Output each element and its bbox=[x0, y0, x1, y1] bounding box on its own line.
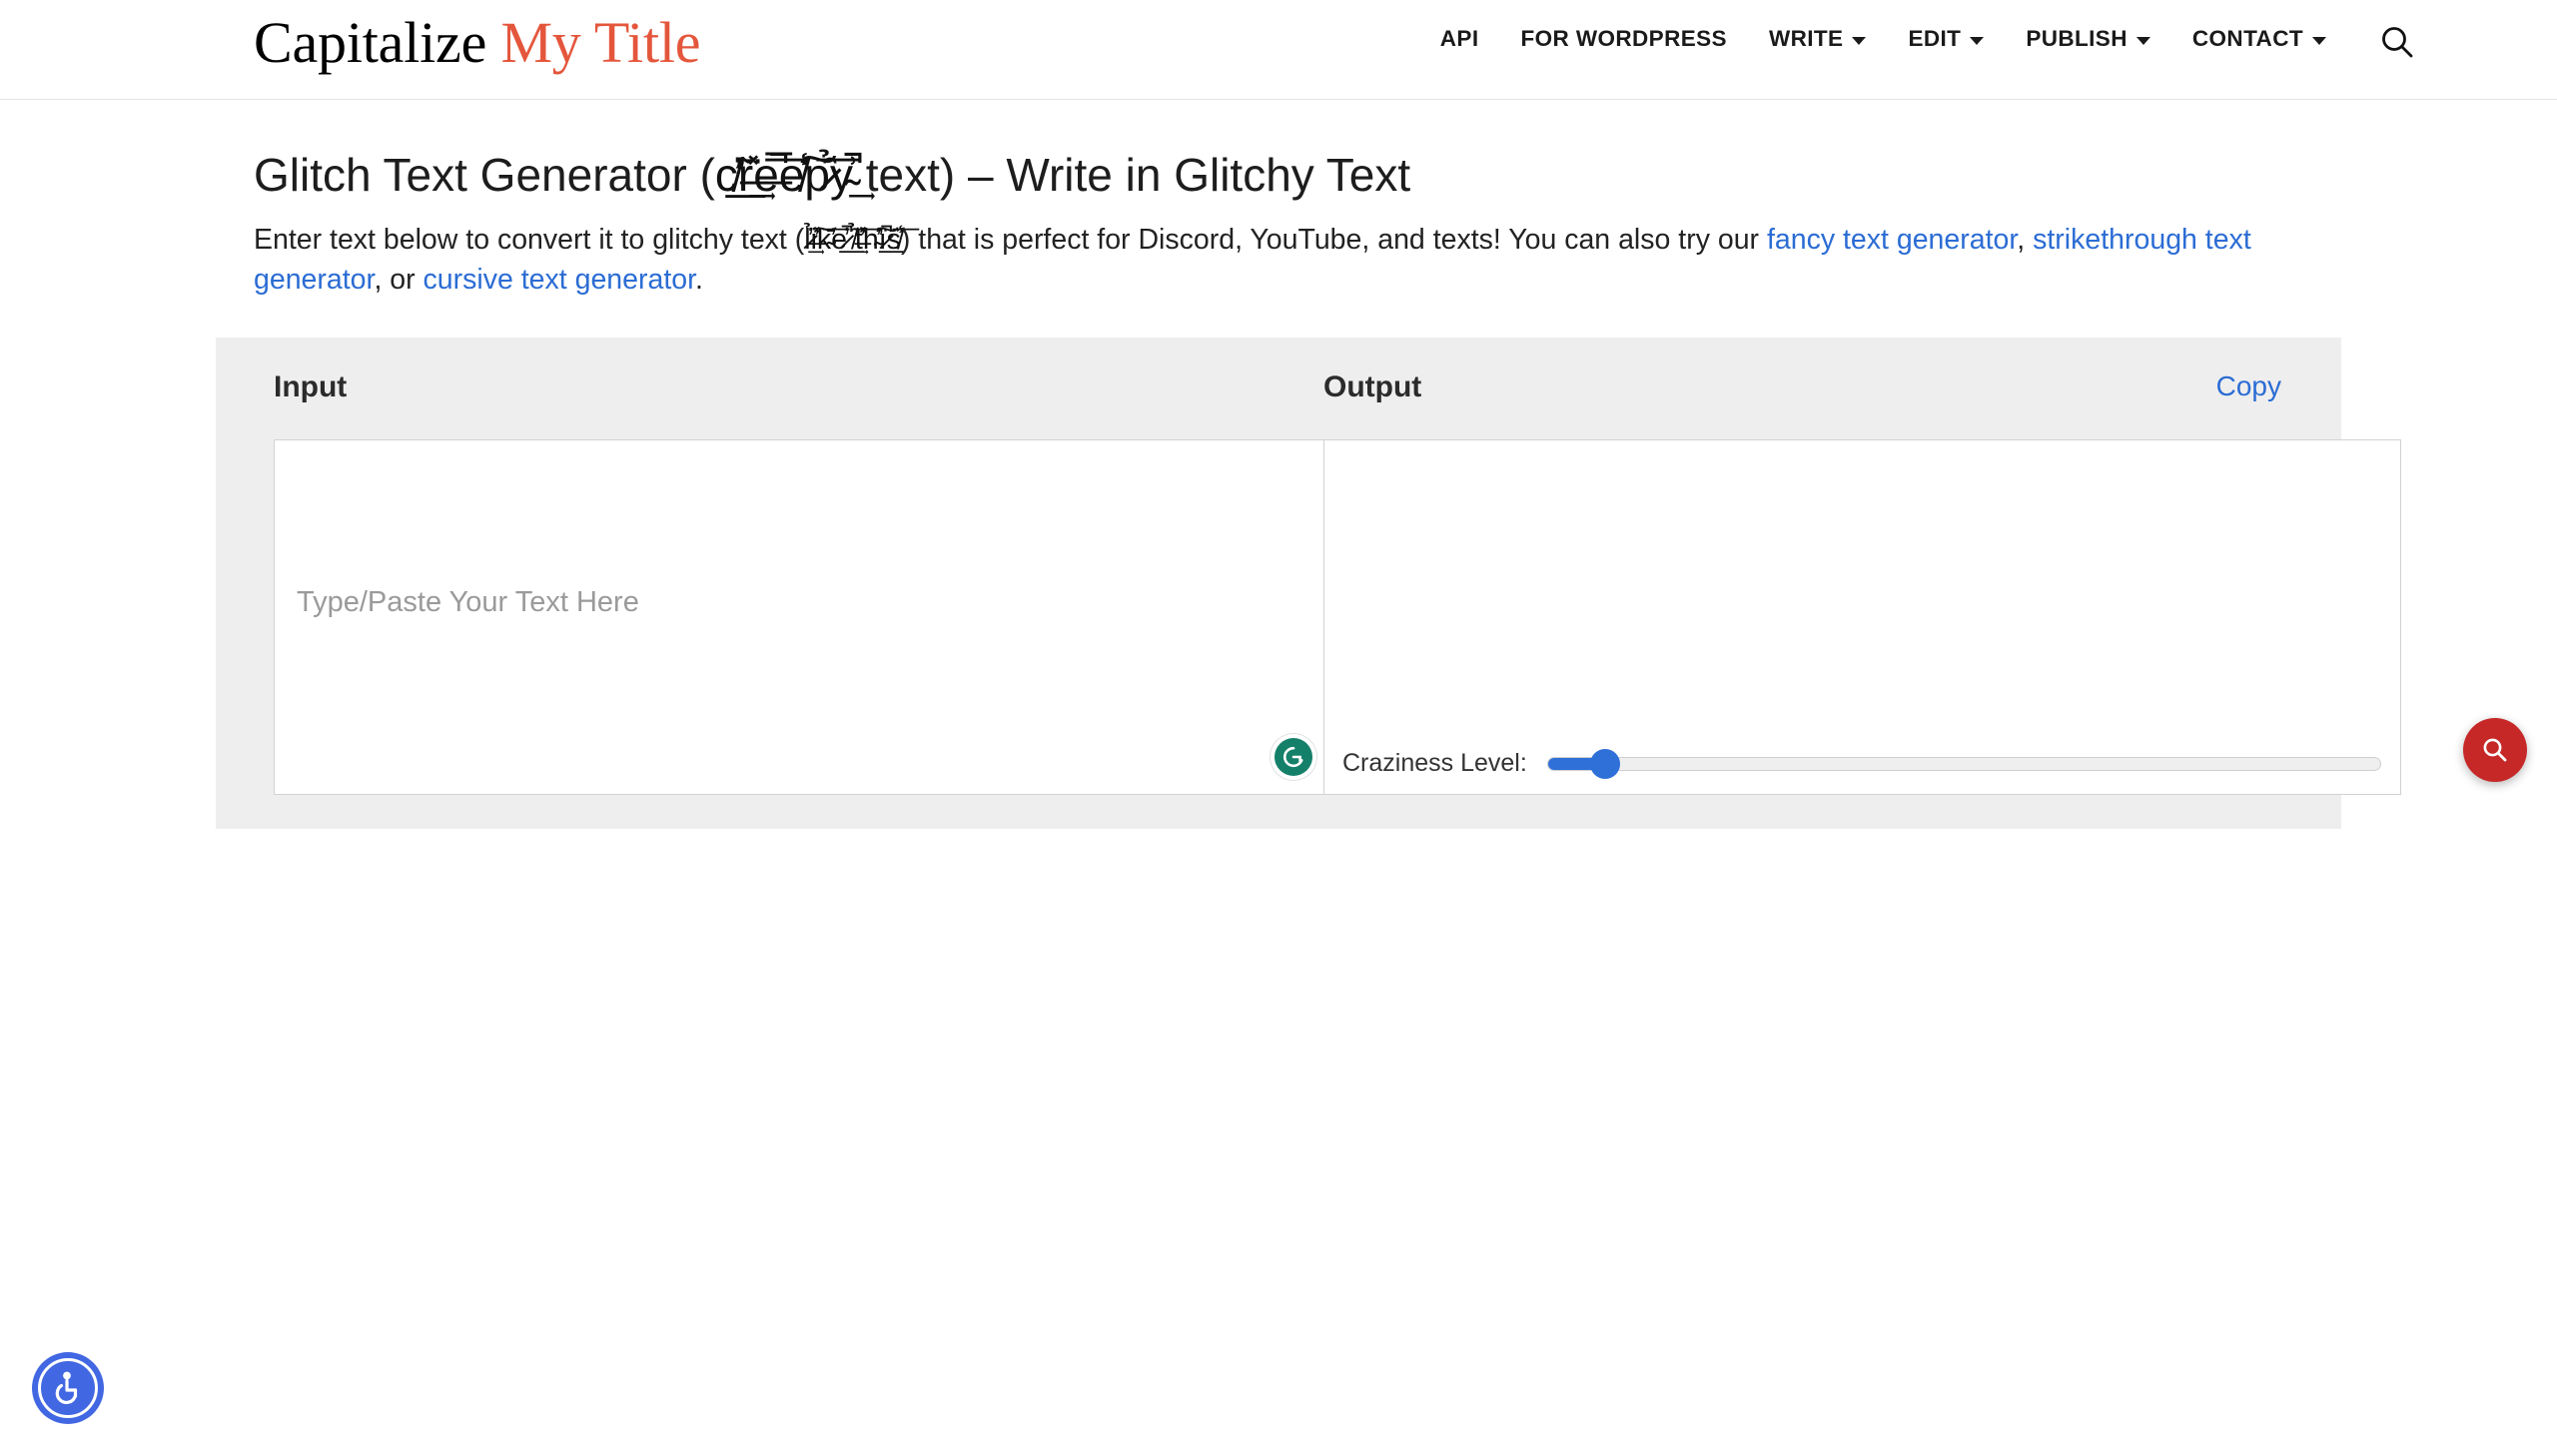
input-textarea-container[interactable] bbox=[274, 439, 1335, 795]
output-column: Output Copy Craziness Level: bbox=[1317, 338, 2401, 829]
craziness-level-label: Craziness Level: bbox=[1342, 749, 1527, 777]
slider-track[interactable] bbox=[1546, 756, 2381, 771]
nav-item-api[interactable]: API bbox=[1419, 26, 1500, 52]
description-glitch-sample: l̷̉̓͢i̶̽̕͠k̴̛̈͞e̷̓̚͟ ̸̉̑͢t̶̽̓͞h̴̛̕͠ï̷̚͟s… bbox=[804, 224, 901, 256]
nav-item-edit[interactable]: EDIT bbox=[1887, 26, 2005, 52]
output-heading: Output bbox=[1323, 370, 1422, 403]
craziness-level-slider[interactable] bbox=[1546, 748, 2381, 779]
nav-item-label: PUBLISH bbox=[2026, 26, 2128, 51]
link-cursive-text-generator[interactable]: cursive text generator bbox=[424, 264, 695, 296]
logo-text-primary: Capitalize bbox=[254, 10, 487, 75]
site-logo[interactable]: Capitalize My Title bbox=[254, 8, 701, 78]
site-header: Capitalize My Title API FOR WORDPRESS WR… bbox=[0, 0, 2557, 100]
nav-item-for-wordpress[interactable]: FOR WORDPRESS bbox=[1499, 26, 1747, 52]
input-heading: Input bbox=[274, 370, 348, 403]
search-icon[interactable] bbox=[2377, 22, 2417, 62]
nav-item-contact[interactable]: CONTACT bbox=[2171, 26, 2347, 52]
page-title-glitch-text: c̸̛̃̓͟r̶̽̈͢e̶̅̚͞e̸̍̾͠p̷̉̑͞y̴͗̚͢ bbox=[714, 149, 853, 201]
grammarly-icon[interactable] bbox=[1275, 738, 1312, 776]
nav-item-publish[interactable]: PUBLISH bbox=[2005, 26, 2171, 52]
chevron-down-icon bbox=[2312, 37, 2326, 45]
page-description: Enter text below to convert it to glitch… bbox=[254, 220, 2311, 300]
output-textarea-container[interactable]: Craziness Level: bbox=[1323, 439, 2401, 795]
accessibility-widget-button[interactable] bbox=[32, 1352, 104, 1424]
nav-item-label: WRITE bbox=[1768, 26, 1844, 51]
chevron-down-icon bbox=[2135, 37, 2150, 45]
chevron-down-icon bbox=[1852, 37, 1867, 45]
output-textarea[interactable] bbox=[1324, 440, 2400, 794]
input-textarea[interactable] bbox=[275, 440, 1334, 794]
primary-navigation: API FOR WORDPRESS WRITE EDIT PUBLISH CON… bbox=[1419, 26, 2347, 52]
input-column: Input bbox=[216, 338, 1335, 829]
nav-item-label: CONTACT bbox=[2191, 26, 2303, 51]
description-text-part1: Enter text below to convert it to glitch… bbox=[254, 224, 805, 256]
craziness-level-control: Craziness Level: bbox=[1342, 748, 2381, 779]
chevron-down-icon bbox=[1970, 37, 1985, 45]
nav-item-label: EDIT bbox=[1908, 26, 1962, 51]
description-period: . bbox=[695, 264, 703, 296]
copy-button[interactable]: Copy bbox=[2216, 370, 2281, 402]
slider-thumb[interactable] bbox=[1590, 748, 1621, 779]
nav-item-label: FOR WORDPRESS bbox=[1520, 26, 1727, 51]
glitch-text-tool-panel: Input Output Copy Craziness Level: bbox=[216, 338, 2401, 829]
floating-search-button[interactable] bbox=[2463, 718, 2527, 782]
nav-item-label: API bbox=[1439, 26, 1479, 51]
page-title-before: Glitch Text Generator ( bbox=[254, 149, 715, 201]
nav-item-write[interactable]: WRITE bbox=[1748, 26, 1888, 52]
description-text-part2: ) that is perfect for Discord, YouTube, … bbox=[900, 224, 1767, 256]
logo-text-accent: My Title bbox=[500, 10, 701, 75]
wheelchair-accessibility-icon bbox=[38, 1358, 98, 1418]
description-separator-or: , or bbox=[374, 264, 424, 296]
link-fancy-text-generator[interactable]: fancy text generator bbox=[1767, 224, 2017, 256]
page-title: Glitch Text Generator (c̸̛̃̓͟r̶̽̈͢e̶̅̚͞e… bbox=[254, 148, 1410, 202]
page-title-after: text) – Write in Glitchy Text bbox=[852, 149, 1411, 201]
description-separator: , bbox=[2017, 224, 2034, 256]
